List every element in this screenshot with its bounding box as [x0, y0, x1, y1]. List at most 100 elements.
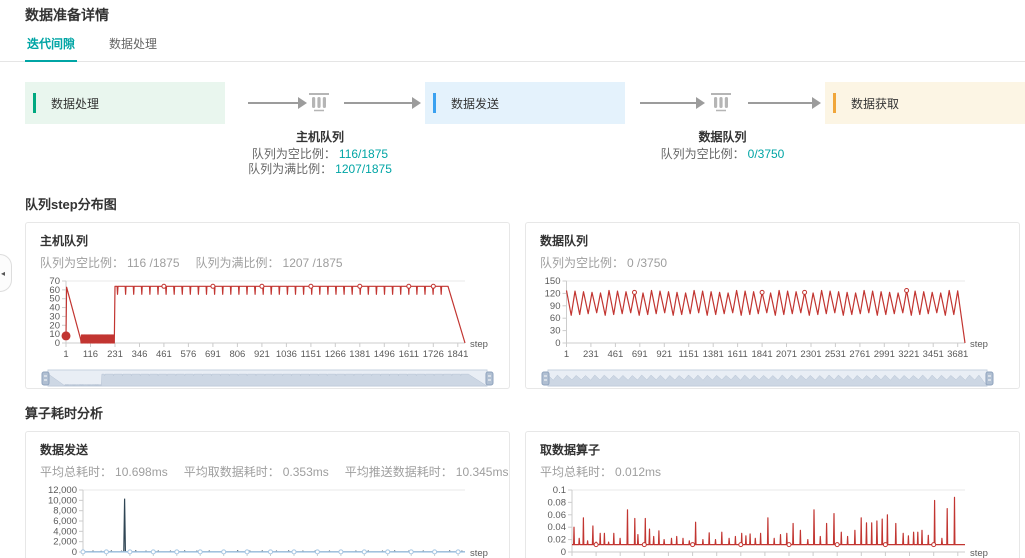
- svg-text:step: step: [470, 548, 488, 558]
- stat-item: 平均总耗时：10.698ms: [40, 465, 168, 479]
- svg-text:461: 461: [607, 349, 623, 360]
- svg-text:90: 90: [550, 301, 561, 312]
- svg-text:1381: 1381: [703, 349, 724, 360]
- svg-text:2301: 2301: [800, 349, 821, 360]
- svg-text:231: 231: [107, 349, 123, 360]
- card-title: 主机队列: [40, 232, 495, 249]
- data-queue-chart[interactable]: 0306090120150123146169192111511381161118…: [540, 273, 995, 365]
- host-queue-datazoom-slider[interactable]: [40, 367, 495, 389]
- queue-stats: 队列为空比例：116/1875队列为满比例：1207/1875: [235, 147, 405, 177]
- node-accent-bar: [33, 93, 36, 113]
- svg-text:1036: 1036: [276, 349, 297, 360]
- svg-text:0.08: 0.08: [548, 497, 567, 508]
- svg-text:1726: 1726: [423, 349, 444, 360]
- svg-text:step: step: [970, 548, 988, 558]
- operator-time-cards: 数据发送 平均总耗时：10.698ms 平均取数据耗时：0.353ms 平均推送数据…: [25, 431, 1020, 558]
- svg-text:1151: 1151: [678, 349, 698, 360]
- svg-text:60: 60: [550, 313, 561, 324]
- svg-text:4,000: 4,000: [53, 526, 77, 537]
- svg-text:70: 70: [49, 276, 60, 287]
- svg-text:1841: 1841: [447, 349, 468, 360]
- sidebar-collapse-toggle[interactable]: ◂: [0, 254, 12, 292]
- svg-text:1381: 1381: [349, 349, 370, 360]
- data-preparation-details-page: 数据准备详情 迭代间隙 数据处理 数据处理 主机队列 队列为空比例：116/18…: [0, 0, 1025, 558]
- svg-text:6,000: 6,000: [53, 516, 77, 527]
- svg-text:1: 1: [63, 349, 68, 360]
- pipeline-node-host-queue: 主机队列 队列为空比例：116/1875队列为满比例：1207/1875: [235, 128, 405, 177]
- svg-text:1611: 1611: [727, 349, 747, 360]
- svg-text:0: 0: [555, 338, 560, 349]
- svg-text:step: step: [970, 339, 988, 350]
- queue-name: 数据队列: [635, 128, 810, 145]
- tab-bar: 迭代间隙 数据处理: [0, 30, 1025, 62]
- svg-text:691: 691: [205, 349, 221, 360]
- svg-text:8,000: 8,000: [53, 506, 77, 517]
- svg-text:116: 116: [83, 349, 98, 360]
- svg-text:691: 691: [632, 349, 648, 360]
- card-stats: 队列为空比例：116 /1875 队列为满比例：1207 /1875: [40, 254, 495, 271]
- arrow-icon: [640, 102, 696, 104]
- svg-text:10,000: 10,000: [48, 495, 77, 506]
- queue-icon: [306, 89, 332, 115]
- queue-icon: [708, 89, 734, 115]
- stat-item: 队列为满比例：1207 /1875: [196, 256, 343, 270]
- svg-text:30: 30: [550, 326, 561, 337]
- svg-text:346: 346: [132, 349, 148, 360]
- card-stats: 队列为空比例：0 /3750: [540, 254, 1005, 271]
- pipeline-node-data-process: 数据处理: [25, 82, 225, 124]
- stat-item: 平均取数据耗时：0.353ms: [184, 465, 329, 479]
- svg-text:461: 461: [156, 349, 172, 360]
- svg-text:3221: 3221: [898, 349, 919, 360]
- svg-text:0.02: 0.02: [548, 535, 567, 546]
- host-queue-card: 主机队列 队列为空比例：116 /1875队列为满比例：1207 /1875 0…: [25, 222, 510, 389]
- get-data-op-chart[interactable]: 00.020.040.060.080.112314616919211151138…: [540, 482, 995, 558]
- card-stats: 平均总耗时：0.012ms: [540, 463, 1005, 480]
- arrow-icon: [748, 102, 812, 104]
- svg-text:231: 231: [583, 349, 599, 360]
- svg-text:3681: 3681: [947, 349, 968, 360]
- stat-item: 队列为空比例：116/1875: [235, 147, 405, 162]
- data-queue-datazoom-slider[interactable]: [540, 367, 995, 389]
- svg-text:1: 1: [564, 349, 569, 360]
- card-stats: 平均总耗时：10.698ms平均取数据耗时：0.353ms平均推送数据耗时：10…: [40, 463, 495, 480]
- tab-data-processing[interactable]: 数据处理: [107, 30, 159, 62]
- arrow-icon: [248, 102, 298, 104]
- chevron-left-icon: ◂: [1, 269, 5, 278]
- stat-item: 平均推送数据耗时：10.345ms: [345, 465, 509, 479]
- data-send-chart[interactable]: 02,0004,0006,0008,00010,00012,0001116231…: [40, 482, 495, 558]
- arrow-icon: [344, 102, 412, 104]
- stat-item: 队列为满比例：1207/1875: [235, 162, 405, 177]
- node-label: 数据获取: [851, 95, 899, 112]
- svg-text:2991: 2991: [874, 349, 895, 360]
- card-title: 数据发送: [40, 441, 495, 458]
- svg-text:2,000: 2,000: [53, 537, 77, 548]
- pipeline-diagram: 数据处理 主机队列 队列为空比例：116/1875队列为满比例：1207/187…: [0, 82, 1025, 180]
- stat-item: 队列为空比例：0 /3750: [540, 256, 667, 270]
- get-data-op-card: 取数据算子 平均总耗时：0.012ms 00.020.040.060.080.1…: [525, 431, 1020, 558]
- data-send-card: 数据发送 平均总耗时：10.698ms 平均取数据耗时：0.353ms 平均推送数据…: [25, 431, 510, 558]
- pipeline-node-data-fetch: 数据获取: [825, 82, 1025, 124]
- svg-text:1496: 1496: [374, 349, 395, 360]
- svg-text:1266: 1266: [325, 349, 346, 360]
- svg-text:0.1: 0.1: [553, 485, 566, 496]
- svg-text:0.06: 0.06: [548, 510, 567, 521]
- svg-text:12,000: 12,000: [48, 485, 77, 496]
- svg-text:806: 806: [229, 349, 245, 360]
- svg-text:2531: 2531: [825, 349, 846, 360]
- card-title: 取数据算子: [540, 441, 1005, 458]
- stat-item: 平均总耗时：0.012ms: [540, 465, 661, 479]
- queue-stats: 队列为空比例：0/3750: [635, 147, 810, 162]
- section-title-queue-step: 队列step分布图: [25, 194, 1025, 213]
- tab-iteration-gap[interactable]: 迭代间隙: [25, 30, 77, 62]
- svg-text:1611: 1611: [399, 349, 419, 360]
- svg-text:step: step: [470, 339, 488, 350]
- pipeline-node-data-queue: 数据队列 队列为空比例：0/3750: [635, 128, 810, 162]
- host-queue-chart[interactable]: 0102030405060701116231346461576691806921…: [40, 273, 495, 365]
- queue-step-cards: 主机队列 队列为空比例：116 /1875 队列为满比例：1207 /1875 0…: [25, 222, 1020, 389]
- svg-text:0.04: 0.04: [548, 522, 567, 533]
- pipeline-node-data-send: 数据发送: [425, 82, 625, 124]
- svg-text:921: 921: [254, 349, 270, 360]
- queue-name: 主机队列: [235, 128, 405, 145]
- svg-text:2761: 2761: [849, 349, 870, 360]
- stat-item: 队列为空比例：116 /1875: [40, 256, 180, 270]
